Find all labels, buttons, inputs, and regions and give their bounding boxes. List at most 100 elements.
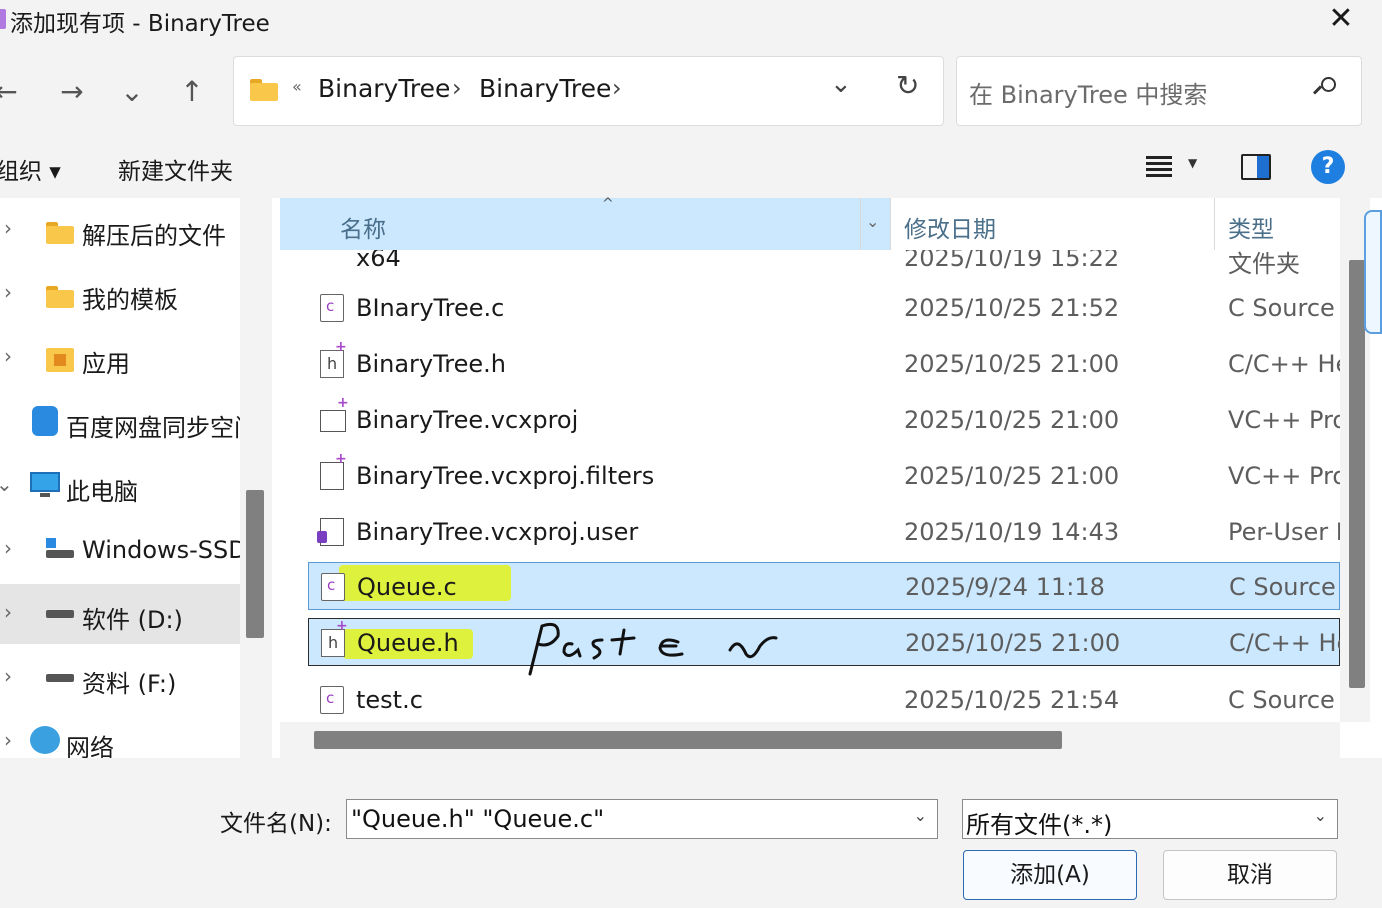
file-list: x64 2025/10/19 15:22 文件夹 BInaryTree.c 20… — [280, 250, 1340, 722]
folder-icon — [46, 222, 74, 244]
file-type: C/C++ Header — [1229, 629, 1340, 657]
file-name: BinaryTree.h — [356, 350, 506, 378]
column-divider[interactable] — [1214, 198, 1215, 250]
file-date: 2025/10/25 21:00 — [904, 462, 1120, 490]
expand-arrow-icon[interactable]: › — [4, 600, 12, 624]
breadcrumb-separator-icon[interactable]: › — [612, 74, 622, 102]
computer-icon — [30, 472, 60, 498]
cancel-button[interactable]: 取消 — [1163, 850, 1337, 900]
title-bar: 添加现有项 - BinaryTree ✕ — [0, 0, 1382, 46]
sidebar-item-label: 应用 — [82, 350, 130, 378]
address-bar[interactable]: « BinaryTree › BinaryTree › ⌄ ↻ — [233, 56, 944, 126]
project-file-icon — [320, 395, 349, 432]
column-divider[interactable] — [860, 198, 861, 250]
side-panel-tab[interactable] — [1364, 210, 1382, 334]
breadcrumb-separator-icon[interactable]: › — [452, 74, 462, 102]
folder-icon — [46, 286, 74, 308]
forward-button[interactable]: → — [52, 72, 92, 112]
search-input[interactable]: 在 BinaryTree 中搜索 — [969, 75, 1207, 110]
window-title: 添加现有项 - BinaryTree — [10, 11, 270, 37]
c-file-icon — [321, 573, 345, 601]
refresh-icon[interactable]: ↻ — [896, 69, 919, 102]
back-button[interactable]: ← — [0, 72, 26, 112]
file-row[interactable]: BinaryTree.vcxproj 2025/10/25 21:00 VC++… — [308, 395, 1340, 444]
chevron-down-icon[interactable]: ⌄ — [1314, 806, 1327, 825]
sidebar-item-network[interactable]: › 网络 — [0, 712, 240, 758]
expand-arrow-icon[interactable]: › — [4, 728, 12, 752]
organize-button[interactable]: 组织 ▾ — [0, 152, 61, 186]
file-date: 2025/10/25 21:00 — [904, 350, 1120, 378]
breadcrumb-binarytree-current[interactable]: BinaryTree — [479, 74, 611, 103]
column-header-name-label[interactable]: 名称 — [340, 210, 386, 244]
add-button[interactable]: 添加(A) — [963, 850, 1137, 900]
sidebar-item-baidu-sync[interactable]: 百度网盘同步空间 — [0, 392, 240, 452]
preview-pane-icon[interactable] — [1241, 154, 1271, 180]
file-name: x64 — [356, 250, 401, 272]
handwritten-annotation: paste — [528, 622, 778, 676]
app-folder-icon — [46, 348, 74, 372]
sidebar-scrollbar-thumb[interactable] — [246, 490, 264, 638]
recent-locations-button[interactable]: ⌄ — [112, 72, 152, 112]
sidebar-item-my-templates[interactable]: › 我的模板 — [0, 264, 240, 324]
expand-arrow-icon[interactable]: › — [4, 280, 12, 304]
column-header-type[interactable]: 类型 — [1228, 210, 1274, 244]
search-box[interactable]: 在 BinaryTree 中搜索 — [956, 56, 1362, 126]
view-dropdown-icon[interactable]: ▼ — [1188, 156, 1197, 170]
close-button[interactable]: ✕ — [1318, 0, 1364, 40]
column-divider[interactable] — [890, 198, 891, 250]
user-file-icon — [317, 518, 344, 546]
column-header-date[interactable]: 修改日期 — [904, 210, 996, 244]
file-type-filter-select[interactable]: 所有文件(*.*) ⌄ — [962, 799, 1338, 839]
horizontal-scrollbar-thumb[interactable] — [314, 731, 1062, 749]
file-name: BinaryTree.vcxproj — [356, 406, 579, 434]
file-row-selected[interactable]: Queue.h 2025/10/25 21:00 C/C++ Header — [308, 618, 1340, 666]
c-file-icon — [320, 686, 344, 714]
sidebar-item-extracted-files[interactable]: › 解压后的文件 — [0, 200, 240, 260]
file-row[interactable]: test.c 2025/10/25 21:54 C Source — [308, 676, 1340, 722]
sidebar-item-label: 解压后的文件 — [82, 222, 226, 250]
file-date: 2025/10/19 14:43 — [904, 518, 1120, 546]
expand-arrow-icon[interactable]: › — [4, 664, 12, 688]
search-icon[interactable] — [1312, 77, 1337, 101]
sidebar-item-this-pc[interactable]: ⌄ 此电脑 — [0, 456, 240, 516]
file-row[interactable]: BinaryTree.h 2025/10/25 21:00 C/C++ Head… — [308, 339, 1340, 388]
file-date: 2025/9/24 11:18 — [905, 573, 1105, 601]
breadcrumb-binarytree[interactable]: BinaryTree — [318, 74, 450, 103]
overflow-chevron-icon[interactable]: « — [292, 77, 302, 96]
navigation-pane: › 解压后的文件 › 我的模板 › 应用 百度网盘同步空间 ⌄ 此电脑 › Wi… — [0, 198, 240, 758]
file-date: 2025/10/25 21:00 — [904, 406, 1120, 434]
file-type-filter-value[interactable]: 所有文件(*.*) — [966, 805, 1112, 840]
help-icon[interactable]: ? — [1311, 150, 1345, 184]
expand-arrow-icon[interactable]: › — [4, 216, 12, 240]
sidebar-item-apps[interactable]: › 应用 — [0, 328, 240, 388]
cloud-icon — [32, 406, 58, 436]
expand-arrow-icon[interactable]: › — [4, 344, 12, 368]
collapse-arrow-icon[interactable]: ⌄ — [0, 472, 13, 496]
sidebar-scrollbar[interactable] — [240, 198, 272, 758]
sidebar-item-drive-d[interactable]: › 软件 (D:) — [0, 584, 240, 644]
file-row[interactable]: BinaryTree.vcxproj.user 2025/10/19 14:43… — [308, 508, 1340, 556]
filename-field[interactable]: "Queue.h" "Queue.c" ⌄ — [346, 799, 938, 839]
chevron-down-icon[interactable]: ⌄ — [914, 806, 927, 825]
expand-arrow-icon[interactable]: › — [4, 536, 12, 560]
header-file-icon — [320, 339, 347, 378]
view-options-icon[interactable] — [1146, 156, 1172, 178]
sort-ascending-icon: ^ — [602, 196, 614, 212]
sidebar-item-drive-f[interactable]: › 资料 (F:) — [0, 648, 240, 708]
network-icon — [30, 726, 60, 754]
file-type: C Source — [1228, 294, 1335, 322]
filename-value[interactable]: "Queue.h" "Queue.c" — [351, 805, 604, 833]
sidebar-item-label: 资料 (F:) — [82, 670, 177, 698]
file-row[interactable]: BinaryTree.vcxproj.filters 2025/10/25 21… — [308, 451, 1340, 500]
file-row-selected[interactable]: Queue.c 2025/9/24 11:18 C Source — [308, 562, 1340, 610]
vertical-scrollbar-thumb[interactable] — [1349, 260, 1365, 688]
file-row[interactable]: BInaryTree.c 2025/10/25 21:52 C Source — [308, 284, 1340, 332]
file-row[interactable]: x64 2025/10/19 15:22 文件夹 — [308, 250, 1340, 282]
up-button[interactable]: ↑ — [172, 72, 212, 112]
dialog-footer: 文件名(N): "Queue.h" "Queue.c" ⌄ 所有文件(*.*) … — [0, 758, 1382, 908]
file-type: C Source — [1229, 573, 1336, 601]
address-dropdown-icon[interactable]: ⌄ — [830, 69, 852, 99]
sidebar-item-windows-ssd[interactable]: › Windows-SSD — [0, 520, 240, 580]
column-filter-dropdown-icon[interactable]: ⌄ — [866, 212, 879, 231]
new-folder-button[interactable]: 新建文件夹 — [118, 152, 233, 186]
